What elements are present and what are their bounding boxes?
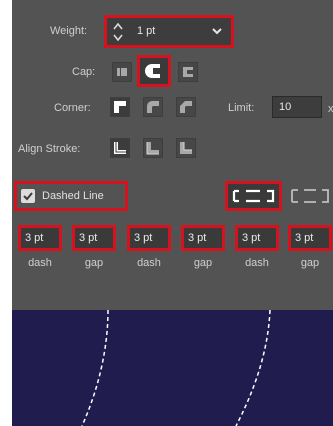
gap-2-label: gap [193, 257, 213, 269]
bevel-join-button[interactable] [176, 97, 196, 117]
dashed-line-label: Dashed Line [42, 190, 104, 202]
dash-3-input[interactable]: 3 pt [235, 225, 279, 251]
align-stroke-outside-icon [180, 142, 192, 154]
align-dash-icon [291, 189, 329, 203]
projecting-cap-button[interactable] [178, 62, 198, 82]
preserve-dash-button[interactable] [225, 181, 282, 211]
gap-1-input[interactable]: 3 pt [72, 225, 116, 251]
align-outside-button[interactable] [176, 138, 196, 158]
round-join-icon [147, 101, 159, 113]
dash-gap-row: 3 pt dash 3 pt gap 3 pt dash 3 pt gap 3 … [18, 225, 333, 275]
gap-3-label: gap [300, 257, 320, 269]
dash-2-label: dash [137, 257, 161, 269]
dashed-path-right [235, 310, 271, 426]
gap-2-input[interactable]: 3 pt [181, 225, 225, 251]
preserve-dash-icon [232, 189, 275, 203]
gap-1-label: gap [84, 257, 104, 269]
limit-suffix: x [328, 103, 333, 115]
align-stroke-center-icon [114, 142, 126, 154]
align-inside-button[interactable] [143, 138, 163, 158]
align-stroke-label: Align Stroke: [18, 143, 81, 155]
checkmark-icon [23, 192, 33, 201]
round-cap-button[interactable] [137, 55, 171, 87]
align-stroke-inside-icon [146, 142, 159, 155]
weight-dropdown-button[interactable] [205, 20, 229, 43]
align-center-button[interactable] [110, 138, 130, 158]
weight-label: Weight: [50, 25, 88, 37]
limit-label: Limit: [228, 102, 255, 114]
dash-2-input[interactable]: 3 pt [127, 225, 171, 251]
chevron-down-icon [212, 28, 222, 35]
artboard-canvas [12, 310, 333, 426]
align-dash-button[interactable] [288, 184, 333, 208]
round-cap-icon [145, 64, 160, 78]
miter-join-button[interactable] [110, 97, 130, 117]
bevel-join-icon [180, 101, 192, 113]
dashed-line-checkbox[interactable] [21, 189, 35, 203]
corner-label: Corner: [54, 102, 91, 114]
limit-input[interactable]: 10 [272, 96, 322, 118]
butt-cap-icon [117, 67, 127, 77]
stepper-arrows-icon [113, 22, 123, 42]
dash-1-input[interactable]: 3 pt [18, 225, 62, 251]
cap-label: Cap: [72, 66, 96, 78]
round-join-button[interactable] [143, 97, 163, 117]
butt-cap-button[interactable] [112, 62, 132, 82]
dashed-line-toggle[interactable]: Dashed Line [14, 181, 128, 211]
dash-3-label: dash [245, 257, 269, 269]
dashed-stroke-preview [81, 310, 271, 426]
weight-input[interactable]: 1 pt [130, 20, 202, 43]
weight-stepper[interactable] [111, 20, 125, 44]
dashed-path-left [81, 310, 109, 426]
projecting-cap-icon [183, 67, 193, 77]
gap-3-input[interactable]: 3 pt [288, 225, 332, 251]
miter-join-icon [114, 101, 126, 113]
dash-1-label: dash [28, 257, 52, 269]
